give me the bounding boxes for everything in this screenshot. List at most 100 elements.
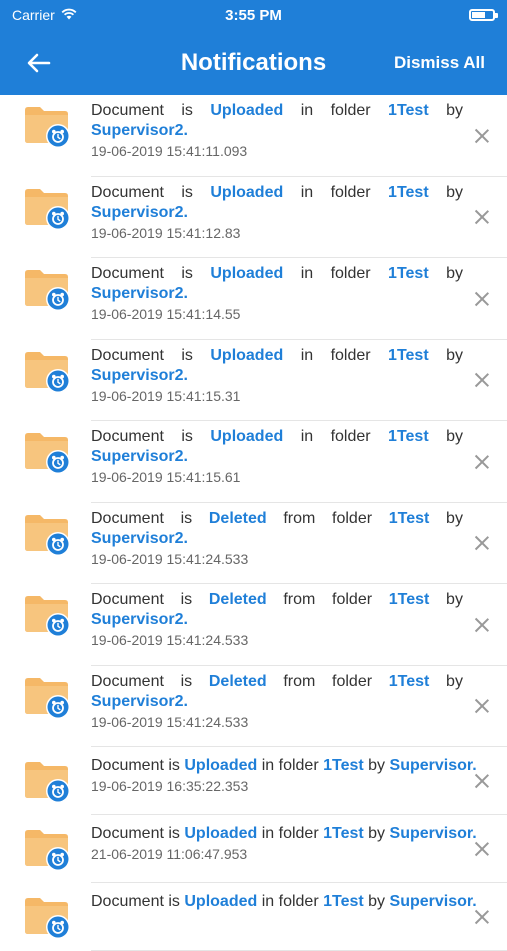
message-text: is	[181, 346, 193, 364]
notification-user-line: Supervisor2.	[91, 529, 463, 549]
message-text: folder	[330, 428, 371, 445]
message-text: by	[368, 825, 386, 842]
message-text: Document	[91, 591, 164, 608]
message-text: Document is	[91, 757, 180, 774]
message-text: Document is	[91, 825, 180, 842]
punctuation: .	[183, 366, 188, 384]
notification-content: Document is Deleted from folder 1Test by Superv…	[91, 589, 463, 650]
message-text: Document	[91, 183, 164, 201]
message-text: is	[180, 672, 193, 690]
folder-clock-icon	[23, 895, 73, 939]
close-icon[interactable]	[471, 770, 493, 792]
close-icon[interactable]	[471, 695, 493, 717]
notification-user-line: Supervisor2.	[91, 447, 463, 467]
notification-user-line: Supervisor2.	[91, 121, 463, 141]
folder-name: 1Test	[388, 672, 430, 690]
battery-icon	[469, 9, 498, 21]
action-label: Deleted	[208, 672, 267, 690]
notification-user-line: Supervisor2.	[91, 366, 463, 386]
close-icon[interactable]	[471, 288, 493, 310]
notification-message: Document is Uploaded in folder 1Test by …	[91, 755, 477, 776]
action-label: Uploaded	[210, 346, 284, 364]
close-icon[interactable]	[471, 451, 493, 473]
message-text: folder	[332, 672, 373, 690]
folder-clock-icon	[23, 759, 73, 803]
folder-name: 1Test	[388, 591, 430, 608]
notification-content: Document is Uploaded in folder 1Test by …	[91, 755, 477, 796]
message-text: in	[300, 265, 314, 282]
message-text: Document	[91, 346, 164, 364]
action-label: Deleted	[208, 591, 267, 608]
notification-user-line: Supervisor2.	[91, 203, 463, 223]
close-icon[interactable]	[471, 614, 493, 636]
notification-item[interactable]: Document is Uploaded in folder 1Test by Supervi…	[0, 95, 507, 177]
notification-list: Document is Uploaded in folder 1Test by Supervi…	[0, 95, 507, 951]
notification-message: Document is Deleted from folder 1Test by	[91, 508, 463, 529]
notification-user-line: Supervisor2.	[91, 692, 463, 712]
message-text: by	[446, 591, 463, 608]
action-label: Uploaded	[184, 893, 258, 910]
notification-message: Document is Uploaded in folder 1Test by	[91, 100, 463, 121]
message-text: by	[368, 893, 386, 910]
folder-clock-icon	[23, 104, 73, 148]
folder-name: 1Test	[388, 428, 429, 445]
notification-timestamp: 19-06-2019 15:41:14.55	[91, 306, 241, 322]
notification-content: Document is Deleted from folder 1Test by Superv…	[91, 671, 463, 732]
notification-timestamp: 19-06-2019 15:41:24.533	[91, 713, 249, 730]
folder-clock-icon	[23, 827, 73, 871]
message-text: Document	[91, 428, 164, 445]
folder-name: 1Test	[388, 265, 429, 282]
close-icon[interactable]	[471, 532, 493, 554]
close-icon[interactable]	[471, 369, 493, 391]
notification-item[interactable]: Document is Uploaded in folder 1Test by Supervi…	[0, 340, 507, 421]
notification-message: Document is Deleted from folder 1Test by	[91, 589, 463, 610]
message-text: by	[446, 183, 463, 201]
action-label: Uploaded	[210, 102, 284, 119]
notification-content: Document is Deleted from folder 1Test by Superv…	[91, 508, 463, 569]
notification-item[interactable]: Document is Uploaded in folder 1Test by Supervi…	[0, 258, 507, 340]
dismiss-all-button[interactable]: Dismiss All	[394, 30, 485, 95]
close-icon[interactable]	[471, 838, 493, 860]
notification-message: Document is Uploaded in folder 1Test by …	[91, 823, 477, 844]
back-button[interactable]	[22, 46, 56, 80]
folder-clock-icon	[23, 430, 73, 474]
user-name: Supervisor2	[91, 529, 184, 547]
action-label: Deleted	[208, 509, 267, 527]
notification-timestamp: 19-06-2019 16:35:22.353	[91, 778, 249, 794]
notification-timestamp: 19-06-2019 15:41:15.31	[91, 387, 241, 404]
notification-item[interactable]: Document is Uploaded in folder 1Test by Supervi…	[0, 177, 507, 258]
message-text: by	[446, 265, 463, 282]
message-text: is	[181, 265, 193, 282]
message-text: in folder	[261, 893, 319, 910]
message-text: in folder	[261, 825, 319, 842]
close-icon[interactable]	[471, 125, 493, 147]
notification-item[interactable]: Document is Uploaded in folder 1Test by …	[0, 883, 507, 951]
folder-name: 1Test	[388, 183, 429, 201]
notification-item[interactable]: Document is Deleted from folder 1Test by Superv…	[0, 503, 507, 584]
punctuation: .	[183, 692, 188, 710]
user-name: Supervisor2	[91, 448, 184, 465]
action-label: Uploaded	[210, 265, 284, 282]
punctuation: .	[183, 285, 188, 302]
notification-message: Document is Uploaded in folder 1Test by	[91, 182, 463, 203]
notification-user-line: Supervisor2.	[91, 284, 463, 304]
notification-item[interactable]: Document is Deleted from folder 1Test by Superv…	[0, 666, 507, 747]
folder-clock-icon	[23, 675, 73, 719]
message-text: by	[368, 757, 386, 774]
message-text: folder	[332, 591, 373, 608]
notification-item[interactable]: Document is Deleted from folder 1Test by Superv…	[0, 584, 507, 666]
message-text: folder	[332, 509, 373, 527]
folder-name: 1Test	[323, 825, 364, 842]
message-text: is	[181, 102, 193, 119]
user-name: Supervisor	[389, 757, 473, 774]
close-icon[interactable]	[471, 906, 493, 928]
status-bar: Carrier 3:55 PM	[0, 0, 507, 30]
message-text: folder	[330, 265, 371, 282]
folder-clock-icon	[23, 267, 73, 311]
notification-item[interactable]: Document is Uploaded in folder 1Test by …	[0, 747, 507, 815]
folder-name: 1Test	[323, 757, 364, 774]
close-icon[interactable]	[471, 206, 493, 228]
notification-item[interactable]: Document is Uploaded in folder 1Test by Supervi…	[0, 421, 507, 503]
notification-item[interactable]: Document is Uploaded in folder 1Test by …	[0, 815, 507, 883]
app-header: Notifications Dismiss All	[0, 30, 507, 95]
